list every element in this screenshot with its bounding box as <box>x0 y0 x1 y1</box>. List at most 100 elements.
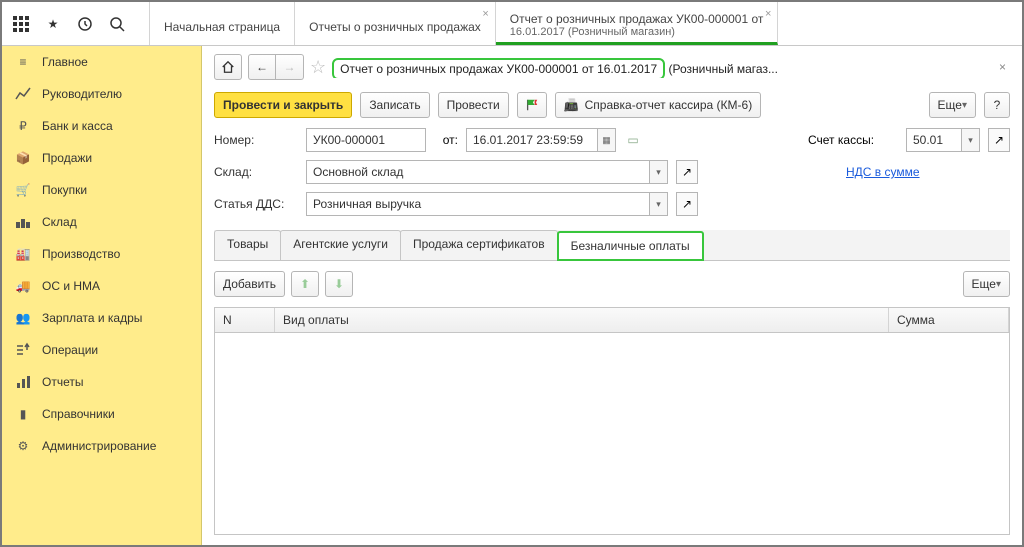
post-close-button[interactable]: Провести и закрыть <box>214 92 352 118</box>
truck-icon: 🚚 <box>14 277 32 295</box>
bars-icon <box>14 373 32 391</box>
ruble-icon: ₽ <box>14 117 32 135</box>
close-icon[interactable]: × <box>765 8 771 20</box>
move-up-button[interactable]: ⬆ <box>291 271 319 297</box>
apps-icon[interactable] <box>12 15 30 33</box>
sidebar-item-reports[interactable]: Отчеты <box>2 366 201 398</box>
sidebar-item-main[interactable]: ≡Главное <box>2 46 201 78</box>
table-more-button[interactable]: Еще <box>963 271 1010 297</box>
sidebar-item-production[interactable]: 🏭 Производство <box>2 238 201 270</box>
chevron-down-icon[interactable]: ▾ <box>649 193 667 215</box>
sidebar-item-catalogs[interactable]: ▮ Справочники <box>2 398 201 430</box>
sidebar: ≡Главное Руководителю ₽Банк и касса 📦 Про… <box>2 46 202 545</box>
move-down-button[interactable]: ⬇ <box>325 271 353 297</box>
col-type[interactable]: Вид оплаты <box>275 308 889 332</box>
open-account-button[interactable]: ↗ <box>988 128 1010 152</box>
row-dds: Статья ДДС: Розничная выручка▾ ↗ <box>214 192 1010 216</box>
gear-icon: ⚙ <box>14 437 32 455</box>
star-icon[interactable]: ★ <box>44 15 62 33</box>
tab-cashless[interactable]: Безналичные оплаты <box>557 231 704 261</box>
status-indicator-icon: ▭ <box>624 133 642 147</box>
help-button[interactable]: ? <box>984 92 1010 118</box>
tab-label: Начальная страница <box>164 20 280 34</box>
tab-sublabel: 16.01.2017 (Розничный магазин) <box>510 26 764 38</box>
account-label: Счет кассы: <box>808 133 898 147</box>
tab-label: Отчет о розничных продажах УК00-000001 о… <box>510 12 764 26</box>
factory-icon: 🏭 <box>14 245 32 263</box>
sidebar-item-warehouse[interactable]: Склад <box>2 206 201 238</box>
sidebar-item-bank[interactable]: ₽Банк и касса <box>2 110 201 142</box>
toolbar: Провести и закрыть Записать Провести 📠Сп… <box>214 92 1010 118</box>
sidebar-item-label: Операции <box>42 343 98 357</box>
sidebar-item-sales[interactable]: 📦 Продажи <box>2 142 201 174</box>
tab-reports[interactable]: Отчеты о розничных продажах × <box>295 2 496 45</box>
more-button[interactable]: Еще <box>929 92 976 118</box>
close-icon[interactable]: × <box>482 8 488 20</box>
tab-agent[interactable]: Агентские услуги <box>280 230 401 260</box>
post-button[interactable]: Провести <box>438 92 509 118</box>
col-sum[interactable]: Сумма <box>889 308 1009 332</box>
topbar-actions: ★ <box>2 2 150 45</box>
sidebar-item-label: Отчеты <box>42 375 83 389</box>
history-icon[interactable] <box>76 15 94 33</box>
close-icon[interactable]: × <box>995 60 1010 74</box>
warehouse-label: Склад: <box>214 165 298 179</box>
sidebar-item-manager[interactable]: Руководителю <box>2 78 201 110</box>
chevron-down-icon[interactable]: ▾ <box>649 161 667 183</box>
col-n[interactable]: N <box>215 308 275 332</box>
sidebar-item-assets[interactable]: 🚚 ОС и НМА <box>2 270 201 302</box>
account-input[interactable]: 50.01▾ <box>906 128 980 152</box>
sidebar-item-label: Продажи <box>42 151 92 165</box>
table-header: N Вид оплаты Сумма <box>215 308 1009 333</box>
vat-link[interactable]: НДС в сумме <box>846 165 1010 179</box>
warehouse-input[interactable]: Основной склад▾ <box>306 160 668 184</box>
status-button[interactable] <box>517 92 547 118</box>
warehouse-value: Основной склад <box>313 165 649 179</box>
chevron-down-icon[interactable]: ▾ <box>961 129 979 151</box>
open-dds-button[interactable]: ↗ <box>676 192 698 216</box>
menu-icon: ≡ <box>14 53 32 71</box>
page-title: Отчет о розничных продажах УК00-000001 о… <box>332 57 989 78</box>
calendar-icon[interactable]: ▦ <box>597 129 615 151</box>
operations-icon <box>14 341 32 359</box>
tab-label: Отчеты о розничных продажах <box>309 20 481 34</box>
dds-value: Розничная выручка <box>313 197 649 211</box>
number-label: Номер: <box>214 133 298 147</box>
sidebar-item-label: Администрирование <box>42 439 156 453</box>
tab-home[interactable]: Начальная страница <box>150 2 295 45</box>
account-value: 50.01 <box>913 133 961 147</box>
search-icon[interactable] <box>108 15 126 33</box>
sidebar-item-hr[interactable]: 👥Зарплата и кадры <box>2 302 201 334</box>
sidebar-item-label: Производство <box>42 247 120 261</box>
dds-label: Статья ДДС: <box>214 197 298 211</box>
report-button[interactable]: 📠Справка-отчет кассира (КМ-6) <box>555 92 762 118</box>
open-warehouse-button[interactable]: ↗ <box>676 160 698 184</box>
open-tabs: Начальная страница Отчеты о розничных пр… <box>150 2 1022 45</box>
book-icon: ▮ <box>14 405 32 423</box>
sidebar-item-purchases[interactable]: 🛒Покупки <box>2 174 201 206</box>
forward-button[interactable]: → <box>276 54 304 80</box>
tab-current-report[interactable]: Отчет о розничных продажах УК00-000001 о… <box>496 2 779 45</box>
content-area: ← → ☆ Отчет о розничных продажах УК00-00… <box>202 46 1022 545</box>
date-input[interactable]: 16.01.2017 23:59:59▦ <box>466 128 616 152</box>
sidebar-item-label: Склад <box>42 215 77 229</box>
number-value: УК00-000001 <box>313 133 385 147</box>
sidebar-item-label: ОС и НМА <box>42 279 100 293</box>
date-value: 16.01.2017 23:59:59 <box>473 133 597 147</box>
sidebar-item-operations[interactable]: Операции <box>2 334 201 366</box>
tab-cert[interactable]: Продажа сертификатов <box>400 230 558 260</box>
tab-goods[interactable]: Товары <box>214 230 281 260</box>
sidebar-item-label: Покупки <box>42 183 87 197</box>
favorite-icon[interactable]: ☆ <box>310 57 326 78</box>
sidebar-item-label: Справочники <box>42 407 115 421</box>
save-button[interactable]: Записать <box>360 92 429 118</box>
back-button[interactable]: ← <box>248 54 276 80</box>
row-warehouse: Склад: Основной склад▾ ↗ НДС в сумме <box>214 160 1010 184</box>
number-input[interactable]: УК00-000001 <box>306 128 426 152</box>
sidebar-item-admin[interactable]: ⚙ Администрирование <box>2 430 201 462</box>
add-button[interactable]: Добавить <box>214 271 285 297</box>
dds-input[interactable]: Розничная выручка▾ <box>306 192 668 216</box>
top-bar: ★ Начальная страница Отчеты о розничных … <box>2 2 1022 46</box>
box-icon: 📦 <box>14 149 32 167</box>
home-button[interactable] <box>214 54 242 80</box>
